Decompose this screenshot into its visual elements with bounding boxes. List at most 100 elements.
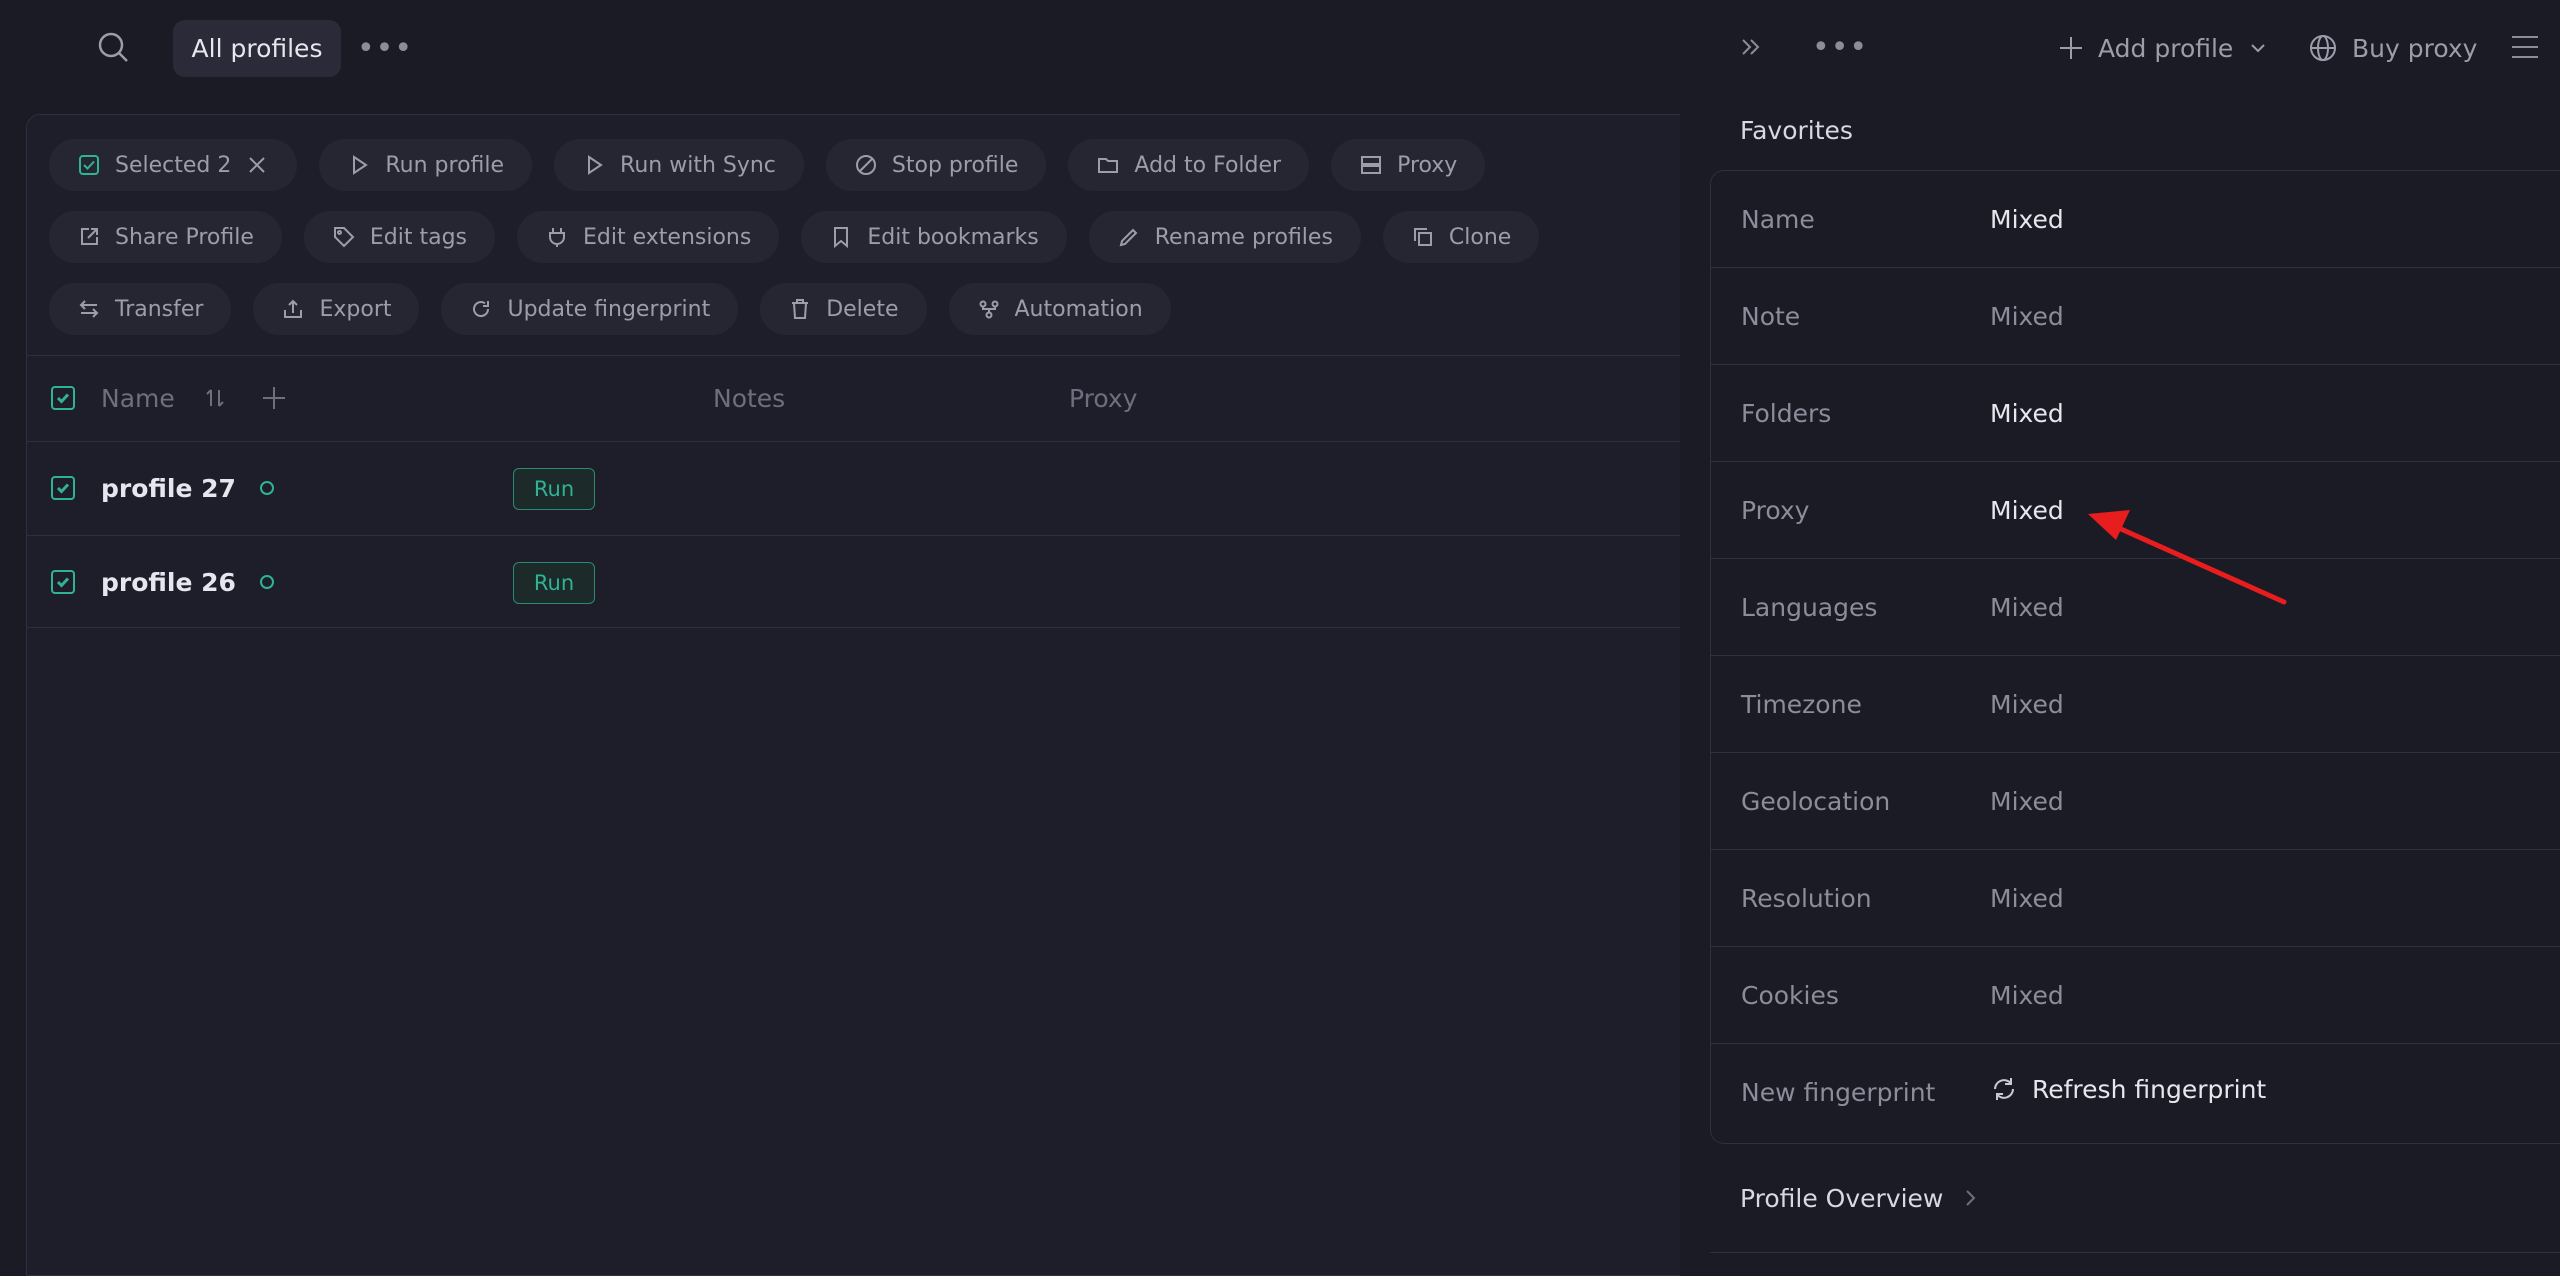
clone-button[interactable]: Clone: [1382, 211, 1540, 263]
select-all-checkbox[interactable]: [51, 355, 75, 441]
column-header-notes[interactable]: Notes: [713, 355, 785, 441]
update-fingerprint-button[interactable]: Update fingerprint: [441, 283, 739, 335]
add-to-folder-button[interactable]: Add to Folder: [1068, 139, 1310, 191]
delete-button[interactable]: Delete: [760, 283, 927, 335]
proxy-button[interactable]: Proxy: [1331, 139, 1486, 191]
field-value[interactable]: Mixed: [1990, 753, 2064, 850]
rename-profiles-button[interactable]: Rename profiles: [1088, 211, 1361, 263]
add-column-icon[interactable]: [261, 355, 287, 441]
chip-label: Automation: [1014, 296, 1143, 322]
play-icon: [588, 155, 603, 175]
edit-tags-button[interactable]: Edit tags: [303, 211, 496, 263]
close-icon[interactable]: [245, 153, 269, 177]
column-header-name[interactable]: Name: [101, 355, 175, 441]
menu-icon[interactable]: [2510, 34, 2540, 64]
toolbar-row-2: Share Profile Edit tags Edit extensions …: [49, 211, 1540, 263]
server-icon: [1361, 156, 1382, 174]
field-row-cookies[interactable]: Cookies Mixed: [1711, 947, 2560, 1044]
chip-label: Delete: [826, 296, 899, 322]
field-row-folders[interactable]: Folders Mixed: [1711, 365, 2560, 462]
field-key: New fingerprint: [1741, 1078, 1936, 1107]
field-value[interactable]: Mixed: [1990, 268, 2064, 365]
sort-icon[interactable]: [203, 355, 227, 441]
divider: [27, 627, 1686, 628]
field-value[interactable]: Mixed: [1990, 559, 2064, 656]
run-button[interactable]: Run: [513, 562, 595, 604]
chip-label: Edit extensions: [583, 224, 752, 250]
field-key: Resolution: [1741, 884, 1872, 913]
folder-icon: [1098, 158, 1119, 173]
column-header-proxy[interactable]: Proxy: [1069, 355, 1137, 441]
field-row-timezone[interactable]: Timezone Mixed: [1711, 656, 2560, 753]
field-value[interactable]: Mixed: [1990, 365, 2064, 462]
share-profile-button[interactable]: Share Profile: [49, 211, 282, 263]
collapse-panel-icon[interactable]: [1736, 32, 1766, 66]
run-button[interactable]: Run: [513, 468, 595, 510]
field-row-languages[interactable]: Languages Mixed: [1711, 559, 2560, 656]
edit-bookmarks-button[interactable]: Edit bookmarks: [801, 211, 1067, 263]
field-key: Geolocation: [1741, 787, 1891, 816]
divider: [1710, 1252, 2560, 1253]
profile-name[interactable]: profile 27: [101, 441, 274, 535]
chip-label: Edit tags: [369, 224, 468, 250]
field-row-proxy[interactable]: Proxy Mixed: [1711, 462, 2560, 559]
field-value[interactable]: Mixed: [1990, 947, 2064, 1044]
chip-label: Add to Folder: [1134, 152, 1282, 178]
tab-all-profiles[interactable]: All profiles: [173, 20, 341, 77]
run-profile-button[interactable]: Run profile: [319, 139, 533, 191]
chip-label: Run profile: [385, 152, 505, 178]
profile-overview-label: Profile Overview: [1740, 1183, 1944, 1213]
profile-name[interactable]: profile 26: [101, 535, 274, 629]
field-row-resolution[interactable]: Resolution Mixed: [1711, 850, 2560, 947]
field-row-geolocation[interactable]: Geolocation Mixed: [1711, 753, 2560, 850]
field-value[interactable]: Mixed: [1990, 656, 2064, 753]
field-key: Name: [1741, 205, 1815, 234]
ellipsis-icon[interactable]: •••: [357, 30, 412, 66]
details-panel: ••• Add profile Buy proxy Favorites Name…: [1680, 0, 2560, 1276]
chevron-down-icon[interactable]: [2247, 37, 2269, 59]
chip-label: Transfer: [115, 296, 204, 322]
buy-proxy-button[interactable]: Buy proxy: [2308, 28, 2477, 68]
status-dot-icon: [259, 575, 274, 589]
field-row-note[interactable]: Note Mixed: [1711, 268, 2560, 365]
selected-count-chip[interactable]: Selected 2: [49, 139, 298, 191]
transfer-button[interactable]: Transfer: [49, 283, 232, 335]
row-checkbox[interactable]: [51, 441, 75, 535]
chip-label: Proxy: [1397, 152, 1458, 178]
field-value[interactable]: Mixed: [1990, 462, 2064, 559]
export-button[interactable]: Export: [253, 283, 420, 335]
profile-overview-link[interactable]: Profile Overview: [1740, 1176, 1981, 1220]
stop-icon: [855, 155, 876, 175]
row-checkbox[interactable]: [51, 535, 75, 629]
buy-proxy-label: Buy proxy: [2352, 33, 2478, 63]
refresh-fingerprint-button[interactable]: Refresh fingerprint: [1990, 1044, 2266, 1134]
toolbar-row-1: Selected 2 Run profile Run with Sync Sto…: [49, 139, 1486, 191]
status-dot-icon: [259, 481, 274, 495]
field-key: Cookies: [1741, 981, 1839, 1010]
field-row-name[interactable]: Name Mixed: [1711, 171, 2560, 268]
field-key: Timezone: [1741, 690, 1862, 719]
play-icon: [353, 155, 369, 175]
pencil-icon: [1119, 228, 1138, 247]
search-icon[interactable]: [94, 28, 134, 68]
chip-label: Export: [319, 296, 392, 322]
chip-label: Run with Sync: [620, 152, 776, 178]
automation-icon: [979, 300, 998, 319]
plus-icon: [2060, 37, 2082, 59]
run-with-sync-button[interactable]: Run with Sync: [554, 139, 804, 191]
add-profile-button[interactable]: Add profile: [2058, 28, 2269, 68]
field-key: Note: [1741, 302, 1801, 331]
field-key: Folders: [1741, 399, 1832, 428]
top-bar: All profiles •••: [0, 0, 1680, 100]
stop-profile-button[interactable]: Stop profile: [825, 139, 1047, 191]
ellipsis-icon[interactable]: •••: [1812, 30, 1868, 65]
refresh-fingerprint-label: Refresh fingerprint: [2032, 1074, 2267, 1104]
field-value[interactable]: Mixed: [1990, 171, 2064, 268]
refresh-icon: [473, 301, 490, 318]
table-row[interactable]: profile 26 Run: [27, 535, 1686, 629]
automation-button[interactable]: Automation: [948, 283, 1171, 335]
table-row[interactable]: profile 27 Run: [27, 441, 1686, 535]
field-value[interactable]: Mixed: [1990, 850, 2064, 947]
tag-icon: [333, 227, 355, 248]
edit-extensions-button[interactable]: Edit extensions: [517, 211, 780, 263]
